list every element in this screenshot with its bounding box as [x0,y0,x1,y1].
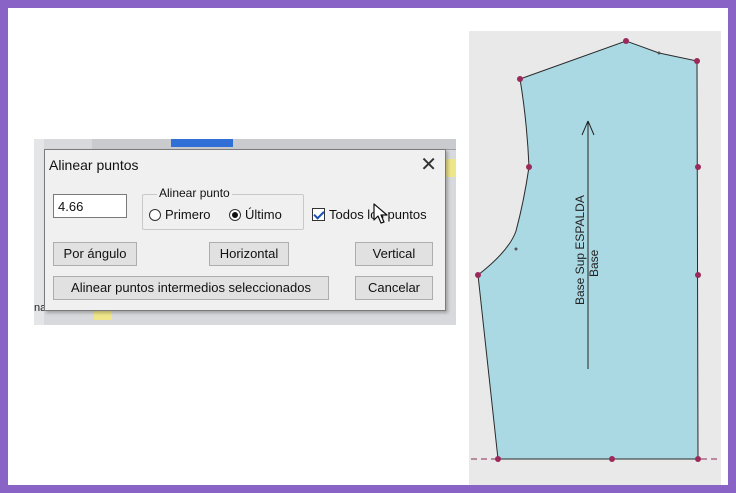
dialog-title: Alinear puntos [49,157,139,173]
close-icon[interactable]: ✕ [420,152,437,177]
pattern-canvas[interactable]: Base Sup ESPALDA Base [469,31,721,485]
radio-last-label: Último [245,207,282,222]
radio-last[interactable]: Último [229,207,282,222]
pattern-point[interactable] [623,38,629,44]
vertical-button[interactable]: Vertical [355,242,433,266]
radio-first[interactable]: Primero [149,207,211,222]
background-highlight [94,310,112,320]
content-frame: na Alinear puntos ✕ 4.66 Alinear punto P… [8,8,728,485]
pattern-point[interactable] [495,456,501,462]
piece-sublabel: Base [587,249,601,277]
align-points-dialog: Alinear puntos ✕ 4.66 Alinear punto Prim… [44,149,446,311]
by-angle-button[interactable]: Por ángulo [53,242,137,266]
piece-label: Base Sup ESPALDA [573,195,587,305]
pattern-point[interactable] [526,164,532,170]
pattern-point[interactable] [695,456,701,462]
pattern-point[interactable] [695,272,701,278]
pattern-point[interactable] [475,272,481,278]
radio-selected-icon [229,208,241,221]
radio-first-label: Primero [165,207,211,222]
radio-circle-icon [149,208,161,221]
pattern-point[interactable] [517,76,523,82]
group-label: Alinear punto [157,186,232,200]
pattern-drawing: Base Sup ESPALDA Base [471,38,719,462]
horizontal-button[interactable]: Horizontal [209,242,289,266]
cancel-button[interactable]: Cancelar [355,276,433,300]
all-points-checkbox[interactable]: Todos los puntos [312,207,427,222]
value-input[interactable]: 4.66 [53,194,127,218]
pattern-point[interactable] [695,164,701,170]
background-strip [34,139,44,325]
align-intermediate-button[interactable]: Alinear puntos intermedios seleccionados [53,276,329,300]
mouse-cursor-icon [373,203,388,224]
pattern-point[interactable] [694,58,700,64]
dialog-screenshot: na Alinear puntos ✕ 4.66 Alinear punto P… [34,139,456,325]
pattern-point[interactable] [609,456,615,462]
background-selection [171,139,233,147]
checkbox-checked-icon [312,208,325,221]
